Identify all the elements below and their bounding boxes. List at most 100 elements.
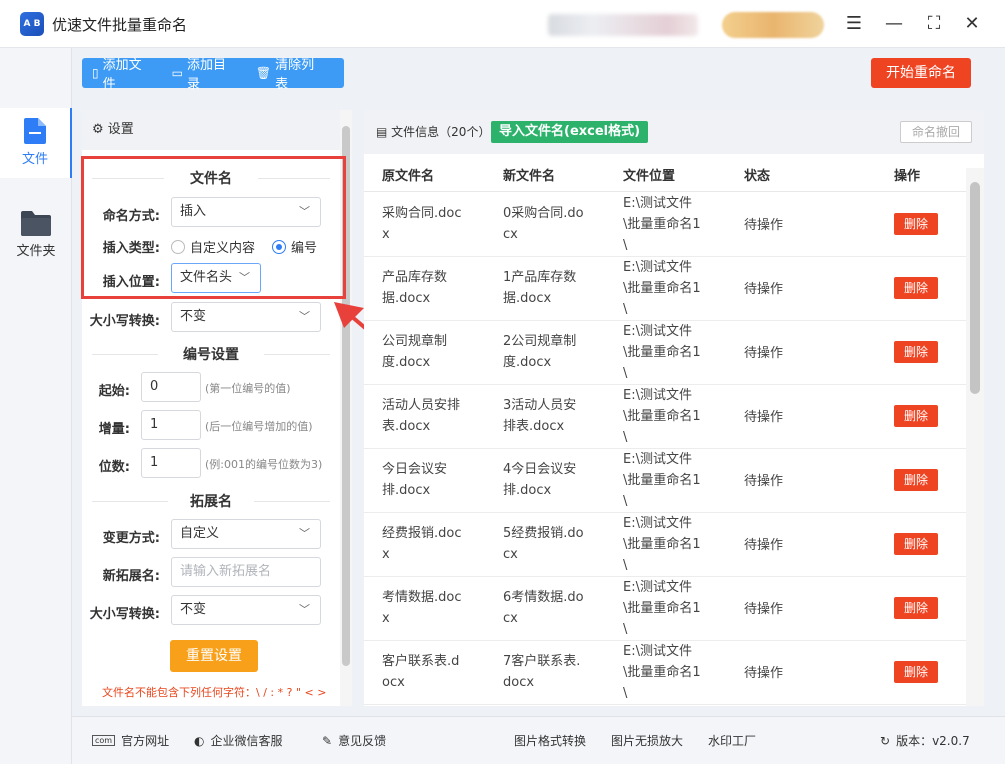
status-cell: 待操作 bbox=[744, 410, 784, 425]
file-icon bbox=[24, 118, 46, 144]
original-name-cell-line: 排.docx bbox=[382, 483, 431, 498]
location-cell-line: E:\测试文件 bbox=[623, 196, 692, 211]
location-cell: E:\测试文件 \批量重命名1 \ bbox=[623, 641, 701, 704]
wechat-service-link[interactable]: ◐ 企业微信客服 bbox=[194, 732, 283, 749]
import-filenames-button[interactable]: 导入文件名(excel格式) bbox=[491, 121, 649, 143]
start-number-input[interactable]: 0 bbox=[141, 372, 201, 402]
table-row[interactable]: 考情数据.doc x 6考情数据.do cx E:\测试文件 \批量重命名1 \ 待操作 删除 bbox=[364, 577, 966, 641]
status-cell: 待操作 bbox=[744, 602, 784, 617]
ext-case-label: 大小写转换: bbox=[89, 607, 160, 622]
footer: com 官方网址 ◐ 企业微信客服 ✎ 意见反馈 图片格式转换 图片无损放大 水印工厂… bbox=[72, 716, 1005, 764]
delete-button[interactable]: 删除 bbox=[894, 597, 938, 619]
new-name-cell-line: 5经费报销.do bbox=[503, 526, 584, 541]
blurred-vip-badge[interactable] bbox=[722, 12, 824, 38]
clear-list-button[interactable]: 🗑 清除列表 bbox=[256, 54, 326, 92]
nav-item-folder[interactable]: 文件夹 bbox=[0, 200, 72, 270]
refresh-icon: ↻ bbox=[880, 733, 891, 748]
original-name-cell-line: x bbox=[382, 547, 390, 562]
delete-button[interactable]: 删除 bbox=[894, 533, 938, 555]
case-convert-select[interactable]: 不变 ﹀ bbox=[171, 302, 321, 332]
new-name-cell: 6考情数据.do cx bbox=[503, 587, 584, 629]
delete-button[interactable]: 删除 bbox=[894, 661, 938, 683]
delete-button[interactable]: 删除 bbox=[894, 405, 938, 427]
location-cell: E:\测试文件 \批量重命名1 \ bbox=[623, 193, 701, 256]
table-row[interactable]: 采购合同.doc x 0采购合同.do cx E:\测试文件 \批量重命名1 \ 待操作 删除 bbox=[364, 193, 966, 257]
reset-settings-button[interactable]: 重置设置 bbox=[170, 640, 258, 672]
image-format-convert-link[interactable]: 图片格式转换 bbox=[514, 732, 586, 749]
new-name-cell-line: 度.docx bbox=[503, 355, 552, 370]
new-name-cell: 1产品库存数 据.docx bbox=[503, 267, 576, 309]
original-name-cell-line: 活动人员安排 bbox=[382, 398, 461, 413]
location-cell-line: E:\测试文件 bbox=[623, 388, 692, 403]
add-directory-button[interactable]: ▭ 添加目录 bbox=[172, 54, 238, 92]
location-cell-line: \ bbox=[623, 302, 628, 317]
feedback-link[interactable]: ✎ 意见反馈 bbox=[322, 732, 386, 749]
scroll-thumb[interactable] bbox=[970, 182, 980, 394]
table-row[interactable]: 产品库存数 据.docx 1产品库存数 据.docx E:\测试文件 \批量重命名1 \ 待操… bbox=[364, 257, 966, 321]
location-cell-line: E:\测试文件 bbox=[623, 644, 692, 659]
new-name-cell-line: 7客户联系表. bbox=[503, 654, 581, 669]
maximize-icon[interactable]: ⛶ bbox=[920, 10, 948, 38]
step-hint: (后一位编号增加的值) bbox=[205, 420, 313, 433]
table-row[interactable]: 公司规章制 度.docx 2公司规章制 度.docx E:\测试文件 \批量重命名1 \ 待操… bbox=[364, 321, 966, 385]
delete-button[interactable]: 删除 bbox=[894, 341, 938, 363]
website-link[interactable]: com 官方网址 bbox=[92, 732, 169, 749]
menu-icon[interactable]: ☰ bbox=[840, 10, 868, 38]
location-cell-line: \批量重命名1 bbox=[623, 281, 701, 296]
status-cell: 待操作 bbox=[744, 474, 784, 489]
col-original-name: 原文件名 bbox=[382, 169, 435, 184]
watermark-factory-link[interactable]: 水印工厂 bbox=[708, 732, 756, 749]
table-row[interactable]: 经费报销.doc x 5经费报销.do cx E:\测试文件 \批量重命名1 \ 待操作 删除 bbox=[364, 513, 966, 577]
table-row[interactable]: 客户联系表.d ocx 7客户联系表. docx E:\测试文件 \批量重命名1 \ 待操作 删… bbox=[364, 641, 966, 705]
delete-button[interactable]: 删除 bbox=[894, 213, 938, 235]
left-nav: 文件 文件夹 bbox=[0, 48, 72, 764]
add-file-button[interactable]: ▯ 添加文件 bbox=[92, 54, 154, 92]
version-info[interactable]: ↻ 版本：v2.0.7 bbox=[880, 732, 970, 749]
new-extension-input[interactable]: 请输入新拓展名 bbox=[171, 557, 321, 587]
file-list-panel: ▤ 文件信息（20个） 导入文件名(excel格式) 命名撤回 原文件名 新文件… bbox=[364, 110, 984, 706]
location-cell: E:\测试文件 \批量重命名1 \ bbox=[623, 513, 701, 576]
digits-input[interactable]: 1 bbox=[141, 448, 201, 478]
case-convert-label: 大小写转换: bbox=[89, 314, 160, 329]
image-enlarge-link[interactable]: 图片无损放大 bbox=[611, 732, 683, 749]
file-list-header: ▤ 文件信息（20个） 导入文件名(excel格式) 命名撤回 bbox=[364, 110, 984, 154]
delete-button[interactable]: 删除 bbox=[894, 469, 938, 491]
table-row[interactable]: 活动人员安排 表.docx 3活动人员安 排表.docx E:\测试文件 \批量重命名1 \… bbox=[364, 385, 966, 449]
location-cell: E:\测试文件 \批量重命名1 \ bbox=[623, 449, 701, 512]
location-cell-line: E:\测试文件 bbox=[623, 260, 692, 275]
location-cell-line: \ bbox=[623, 494, 628, 509]
new-name-cell-line: cx bbox=[503, 611, 518, 626]
undo-rename-button[interactable]: 命名撤回 bbox=[900, 121, 972, 143]
ext-mode-select[interactable]: 自定义 ﹀ bbox=[171, 519, 321, 549]
chevron-down-icon: ﹀ bbox=[299, 527, 310, 540]
close-icon[interactable]: ✕ bbox=[958, 10, 986, 38]
step-input[interactable]: 1 bbox=[141, 410, 201, 440]
original-name-cell-line: 采购合同.doc bbox=[382, 206, 462, 221]
location-cell-line: \ bbox=[623, 430, 628, 445]
original-name-cell: 活动人员安排 表.docx bbox=[382, 395, 460, 437]
original-name-cell-line: x bbox=[382, 611, 390, 626]
file-list-scrollbar[interactable] bbox=[966, 168, 984, 706]
table-row[interactable]: 今日会议安 排.docx 4今日会议安 排.docx E:\测试文件 \批量重命名1 \ 待操… bbox=[364, 449, 966, 513]
location-cell: E:\测试文件 \批量重命名1 \ bbox=[623, 321, 701, 384]
divider bbox=[92, 501, 168, 502]
ext-case-select[interactable]: 不变 ﹀ bbox=[171, 595, 321, 625]
chevron-down-icon: ﹀ bbox=[299, 603, 310, 616]
original-name-cell-line: ocx bbox=[382, 675, 405, 690]
original-name-cell: 产品库存数 据.docx bbox=[382, 267, 447, 309]
location-cell: E:\测试文件 \批量重命名1 \ bbox=[623, 577, 701, 640]
new-name-cell-line: 2公司规章制 bbox=[503, 334, 577, 349]
delete-button[interactable]: 删除 bbox=[894, 277, 938, 299]
original-name-cell: 采购合同.doc x bbox=[382, 203, 462, 245]
status-cell: 待操作 bbox=[744, 666, 784, 681]
nav-item-file[interactable]: 文件 bbox=[0, 108, 72, 178]
filename-warning: 文件名不能包含下列任何字符：\ / : * ? " < > bbox=[102, 686, 327, 699]
start-rename-button[interactable]: 开始重命名 bbox=[871, 58, 971, 88]
col-new-name: 新文件名 bbox=[503, 169, 556, 184]
location-cell: E:\测试文件 \批量重命名1 \ bbox=[623, 385, 701, 448]
new-name-cell: 5经费报销.do cx bbox=[503, 523, 584, 565]
original-name-cell-line: 度.docx bbox=[382, 355, 431, 370]
trash-icon: 🗑 bbox=[255, 66, 272, 80]
divider bbox=[254, 501, 330, 502]
minimize-icon[interactable]: — bbox=[880, 10, 908, 38]
